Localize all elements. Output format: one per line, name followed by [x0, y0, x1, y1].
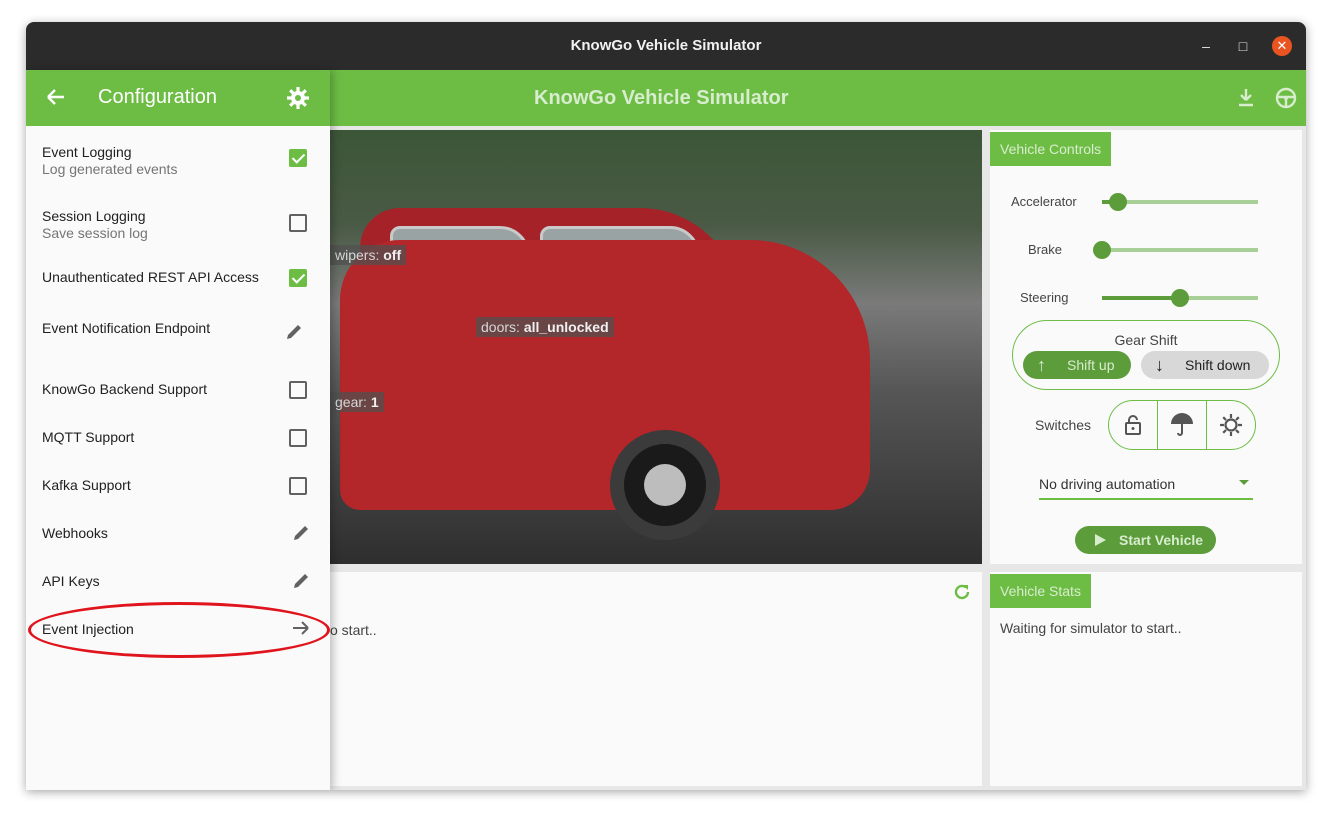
pencil-icon[interactable]	[291, 571, 311, 596]
drawer-item-label: Event Logging	[42, 144, 132, 160]
drawer-item-label: Event Notification Endpoint	[42, 320, 211, 336]
drawer-item-event-notification-endpoint[interactable]: Event Notification Endpoint	[26, 320, 330, 350]
session-logging-checkbox[interactable]	[289, 214, 307, 232]
drawer-item-label: Unauthenticated REST API Access	[42, 269, 259, 285]
drawer-item-webhooks[interactable]: Webhooks	[26, 525, 330, 555]
drawer-scrim[interactable]	[330, 70, 1306, 790]
drawer-item-event-logging[interactable]: Event Logging Log generated events	[26, 144, 330, 194]
drawer-item-label: Kafka Support	[42, 477, 131, 493]
back-arrow-icon[interactable]	[44, 86, 66, 113]
drawer-item-event-injection[interactable]: Event Injection	[26, 621, 330, 651]
drawer-item-subtitle: Save session log	[42, 225, 148, 241]
maximize-button[interactable]: □	[1231, 34, 1255, 58]
drawer-item-mqtt[interactable]: MQTT Support	[26, 429, 330, 459]
drawer-item-label: Session Logging	[42, 208, 146, 224]
minimize-button[interactable]: –	[1194, 34, 1218, 58]
drawer-item-label: API Keys	[42, 573, 100, 589]
drawer-item-label: MQTT Support	[42, 429, 135, 445]
drawer-item-session-logging[interactable]: Session Logging Save session log	[26, 208, 330, 258]
window-titlebar[interactable]: KnowGo Vehicle Simulator – □ ✕	[26, 22, 1306, 70]
mqtt-checkbox[interactable]	[289, 429, 307, 447]
app-content: KnowGo Vehicle Simulator wipers: off doo…	[26, 70, 1306, 790]
rest-api-access-checkbox[interactable]	[289, 269, 307, 287]
drawer-item-label: Event Injection	[42, 621, 134, 637]
drawer-header: Configuration	[26, 70, 330, 126]
drawer-item-label: KnowGo Backend Support	[42, 381, 207, 397]
drawer-item-rest-api-access[interactable]: Unauthenticated REST API Access	[26, 269, 330, 299]
app-window: KnowGo Vehicle Simulator – □ ✕ KnowGo Ve…	[26, 22, 1306, 790]
drawer-item-knowgo-backend[interactable]: KnowGo Backend Support	[26, 381, 330, 411]
gear-icon[interactable]	[286, 86, 310, 115]
pencil-icon[interactable]	[284, 322, 304, 347]
knowgo-backend-checkbox[interactable]	[289, 381, 307, 399]
configuration-drawer: Configuration Event Logging Log generate…	[26, 70, 330, 790]
kafka-checkbox[interactable]	[289, 477, 307, 495]
drawer-item-api-keys[interactable]: API Keys	[26, 573, 330, 603]
drawer-item-label: Webhooks	[42, 525, 108, 541]
window-title: KnowGo Vehicle Simulator	[570, 37, 762, 54]
drawer-title: Configuration	[98, 86, 217, 108]
drawer-item-kafka[interactable]: Kafka Support	[26, 477, 330, 507]
arrow-right-icon[interactable]	[291, 618, 311, 643]
event-logging-checkbox[interactable]	[289, 149, 307, 167]
pencil-icon[interactable]	[291, 523, 311, 548]
drawer-item-subtitle: Log generated events	[42, 161, 178, 177]
close-button[interactable]: ✕	[1272, 36, 1292, 56]
